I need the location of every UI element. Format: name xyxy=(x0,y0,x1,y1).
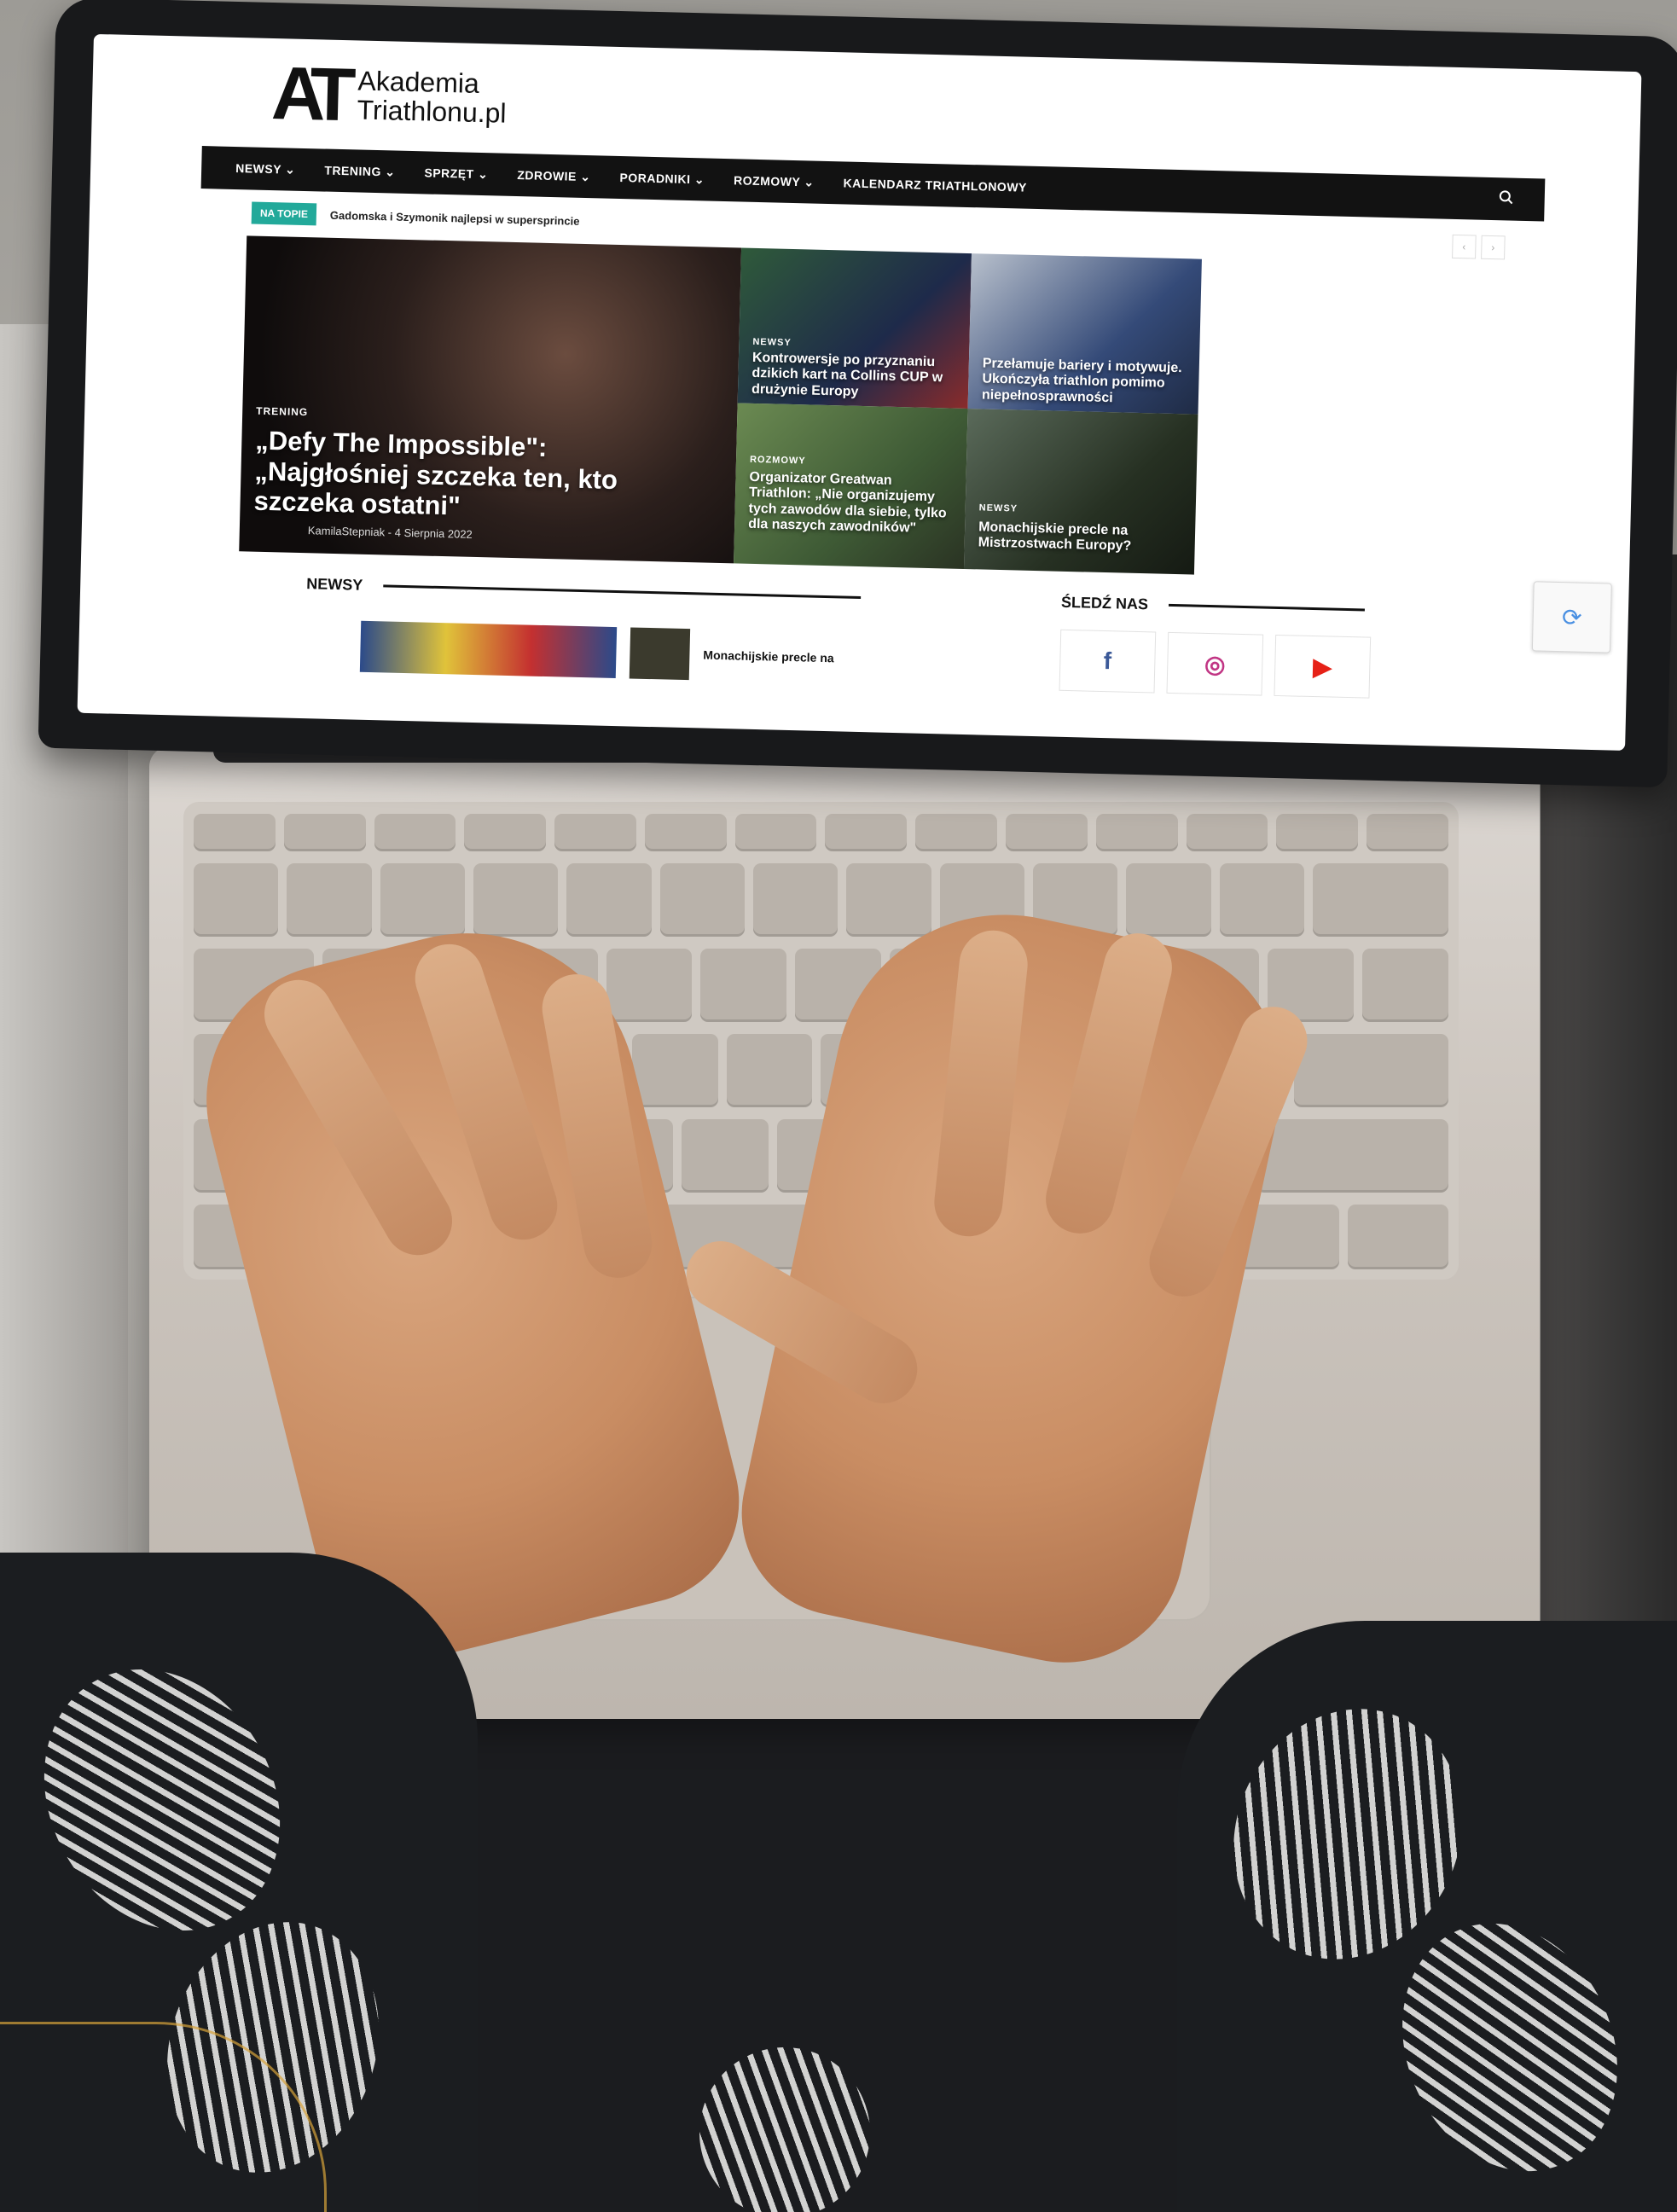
key xyxy=(726,1034,813,1107)
youtube-icon[interactable]: ▶ xyxy=(1274,634,1372,699)
section-divider xyxy=(1168,603,1365,612)
key xyxy=(631,1034,718,1107)
tile-category: NEWSY xyxy=(752,336,792,348)
key xyxy=(734,814,817,851)
featured-date: 4 Sierpnia 2022 xyxy=(394,525,473,541)
key xyxy=(1276,814,1359,851)
section-title-follow: ŚLEDŹ NAS xyxy=(1060,593,1149,613)
key xyxy=(287,863,372,937)
tile-category: NEWSY xyxy=(978,502,1018,514)
section-follow-header: ŚLEDŹ NAS xyxy=(1061,594,1365,619)
nav-item-zdrowie[interactable]: ZDROWIE ⌄ xyxy=(517,168,591,184)
chevron-left-icon[interactable]: ‹ xyxy=(1452,234,1477,259)
key xyxy=(682,1119,769,1193)
trending-ticker: NA TOPIE Gadomska i Szymonik najlepsi w … xyxy=(251,201,580,231)
site-logo-text[interactable]: Akademia Triathlonu.pl xyxy=(357,65,508,129)
nav-item-trening[interactable]: TRENING ⌄ xyxy=(324,163,395,179)
key xyxy=(1006,814,1088,851)
tile-title[interactable]: Przełamuje bariery i motywuje. Ukończyła… xyxy=(982,356,1189,408)
key xyxy=(283,814,366,851)
key xyxy=(1362,949,1449,1022)
nav-item-newsy[interactable]: NEWSY ⌄ xyxy=(235,160,296,177)
key xyxy=(1126,863,1211,937)
teaser-thumbnail[interactable] xyxy=(359,620,618,679)
key xyxy=(1313,863,1449,937)
key xyxy=(1095,814,1178,851)
key xyxy=(644,814,727,851)
facebook-icon[interactable]: f xyxy=(1059,629,1157,694)
photo-scene: AT Akademia Triathlonu.pl NEWSY ⌄ TRENIN… xyxy=(0,0,1677,2212)
recaptcha-badge-icon[interactable]: ⟳ xyxy=(1531,581,1612,653)
nav-item-kalendarz[interactable]: KALENDARZ TRIATHLONOWY xyxy=(843,176,1027,194)
featured-grid: TRENING „Defy The Impossible": „Najgłośn… xyxy=(239,235,1202,575)
featured-title[interactable]: „Defy The Impossible": „Najgłośniej szcz… xyxy=(253,426,702,528)
search-icon[interactable] xyxy=(1498,189,1514,209)
article-tile[interactable]: NEWSY Monachijskie precle na Mistrzostwa… xyxy=(963,409,1198,575)
news-teaser[interactable]: Monachijskie precle na xyxy=(359,620,835,684)
trending-badge: NA TOPIE xyxy=(251,201,317,226)
logo-line-1: Akademia xyxy=(357,65,480,99)
nav-item-sprzet[interactable]: SPRZĘT ⌄ xyxy=(424,165,488,182)
key xyxy=(915,814,998,851)
key xyxy=(194,814,276,851)
key xyxy=(846,863,931,937)
featured-article[interactable]: TRENING „Defy The Impossible": „Najgłośn… xyxy=(239,235,742,564)
tile-title[interactable]: Organizator Greatwan Triathlon: „Nie org… xyxy=(748,470,956,537)
tile-title[interactable]: Monachijskie precle na Mistrzostwach Eur… xyxy=(978,520,1185,556)
keyboard-row-fn xyxy=(194,814,1448,851)
trending-headline[interactable]: Gadomska i Szymonik najlepsi w superspri… xyxy=(330,208,580,227)
section-title-newsy: NEWSY xyxy=(306,575,363,594)
key xyxy=(825,814,908,851)
site-logo-icon[interactable]: AT xyxy=(270,49,346,138)
social-links: f ◎ ▶ xyxy=(1059,629,1372,699)
key xyxy=(659,863,746,937)
tile-title[interactable]: Kontrowersje po przyznaniu dzikich kart … xyxy=(751,351,959,403)
chevron-right-icon[interactable]: › xyxy=(1481,235,1506,260)
key xyxy=(1348,1205,1448,1269)
article-tile[interactable]: Przełamuje bariery i motywuje. Ukończyła… xyxy=(967,253,1202,415)
key xyxy=(194,863,279,937)
key xyxy=(566,863,652,937)
featured-category: TRENING xyxy=(256,404,309,419)
website-screen: AT Akademia Triathlonu.pl NEWSY ⌄ TRENIN… xyxy=(77,33,1642,751)
key xyxy=(1256,1119,1448,1193)
teaser-title[interactable]: Monachijskie precle na xyxy=(703,648,834,665)
key xyxy=(753,863,838,937)
ticker-pager: ‹ › xyxy=(1452,234,1506,260)
featured-meta: KamilaStepniak - 4 Sierpnia 2022 xyxy=(307,524,473,541)
featured-author[interactable]: KamilaStepniak xyxy=(308,524,386,538)
instagram-icon[interactable]: ◎ xyxy=(1166,631,1264,696)
key xyxy=(1293,1034,1448,1107)
keyboard-row-numbers xyxy=(194,863,1449,937)
nav-item-poradniki[interactable]: PORADNIKI ⌄ xyxy=(619,171,705,187)
key xyxy=(374,814,456,851)
key xyxy=(1186,814,1268,851)
key xyxy=(380,863,466,937)
key xyxy=(606,949,693,1022)
key xyxy=(554,814,636,851)
key xyxy=(1219,863,1305,937)
article-tile[interactable]: ROZMOWY Organizator Greatwan Triathlon: … xyxy=(734,403,968,569)
key xyxy=(473,863,559,937)
nav-item-rozmowy[interactable]: ROZMOWY ⌄ xyxy=(734,173,815,189)
section-divider xyxy=(383,584,862,600)
logo-line-2: Triathlonu.pl xyxy=(357,94,507,129)
key xyxy=(700,949,787,1022)
article-tile[interactable]: NEWSY Kontrowersje po przyznaniu dzikich… xyxy=(737,247,972,409)
tile-category: ROZMOWY xyxy=(749,454,806,467)
laptop-screen-bezel: AT Akademia Triathlonu.pl NEWSY ⌄ TRENIN… xyxy=(38,0,1677,788)
teaser-thumbnail[interactable] xyxy=(629,627,691,681)
section-newsy-header: NEWSY xyxy=(306,575,862,607)
key xyxy=(464,814,547,851)
key xyxy=(1367,814,1448,851)
